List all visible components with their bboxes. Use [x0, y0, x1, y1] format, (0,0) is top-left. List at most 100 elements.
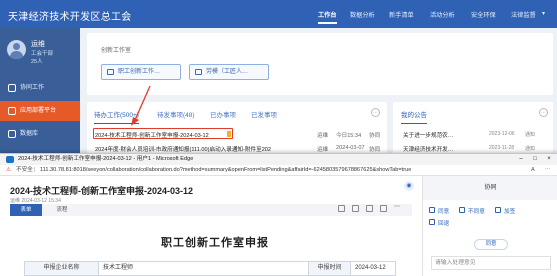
top-bar: 天津经济技术开发区总工会 工作台 数据分析 新手清单 活动分析 安全环保 法律监…: [0, 0, 557, 28]
avatar[interactable]: [7, 40, 26, 59]
edge-icon: [6, 156, 14, 163]
doc-meta: 运维 2024-03-12 15:34: [10, 198, 61, 204]
action-return[interactable]: 回退: [429, 219, 449, 227]
collab-icon: [8, 84, 16, 92]
favorite-icon[interactable]: [366, 205, 373, 212]
row-title: 2024年度-财会人员培训-市政府通知报(111.00)启动入录通知-附件至20…: [95, 147, 272, 153]
nav-data-analysis[interactable]: 数据分析: [350, 10, 375, 19]
row-date: 今日15:34: [336, 133, 362, 139]
edge-title-bar: 2024-技术工程师-创新工作室申报-2024-03-12 - 用户1 - Mi…: [0, 154, 557, 165]
row-date: 2024-03-07: [336, 145, 365, 151]
opinion-input[interactable]: 请输入处理意见: [431, 256, 551, 270]
action-add-sign[interactable]: 加签: [495, 207, 515, 215]
form-title: 职工创新工作室申报: [161, 237, 269, 249]
chip-innovation-studio[interactable]: 职工创新工作…: [101, 64, 181, 80]
app-icon: [8, 107, 16, 115]
action-agree[interactable]: 同意: [429, 207, 449, 215]
more-icon[interactable]: ⋯: [394, 204, 401, 212]
notice-item-title: 天津经济技术开发…: [403, 147, 454, 153]
user-count: 25人: [31, 59, 43, 65]
edge-window-title: 2024-技术工程师-创新工作室申报-2024-03-12 - 用户1 - Mi…: [18, 156, 194, 162]
separator: |: [34, 167, 36, 173]
row-type: 协同: [369, 133, 381, 139]
warning-icon: ⚠: [6, 167, 12, 173]
folder-icon: [107, 69, 114, 75]
sidebar-item-collab[interactable]: 协同工作: [0, 78, 80, 98]
checkbox-icon: [429, 219, 435, 225]
nav-workbench[interactable]: 工作台: [318, 10, 337, 24]
action-label: 回退: [438, 221, 450, 227]
checkbox-icon: [429, 207, 435, 213]
chip-label: 劳模（工匠人…: [206, 69, 249, 75]
highlight-box: [93, 128, 233, 139]
address-bar[interactable]: ⚠ 不安全 | 111.30.78.81:8018/seeyon/collabo…: [0, 165, 557, 176]
tab-done[interactable]: 已办事项: [210, 109, 236, 119]
handle-panel: 协同 同意 不同意 加签 回退 同意 请输入处理意见: [422, 176, 557, 276]
maximize-icon[interactable]: □: [531, 156, 539, 163]
app-title: 天津经济技术开发区总工会: [8, 12, 132, 23]
tab-sent[interactable]: 已发事项: [251, 109, 277, 119]
action-label: 同意: [438, 209, 450, 215]
form-table: 申报企业名称 技术工程师 申报时间 2024-03-12: [24, 261, 396, 276]
field-value[interactable]: 2024-03-12: [351, 262, 397, 275]
list-item[interactable]: 关于进一步规范农… 2023-12-06 通知: [401, 131, 551, 141]
notice-item-date: 2023-11-28: [489, 145, 515, 151]
robot-icon[interactable]: ◉: [404, 181, 414, 191]
tab-pending[interactable]: 待办工作(500+): [94, 109, 139, 124]
user-name: 运维: [31, 41, 45, 48]
nav-legal[interactable]: 法律监督: [511, 10, 536, 19]
submit-agree-button[interactable]: 同意: [474, 239, 508, 250]
notice-title: 我的公告: [401, 109, 427, 124]
document-pane: 2024-技术工程师-创新工作室申报-2024-03-12 运维 2024-03…: [0, 176, 422, 276]
sidebar-item-database[interactable]: 数据库: [0, 124, 80, 144]
database-icon: [8, 130, 16, 138]
edge-window: 2024-技术工程师-创新工作室申报-2024-03-12 - 用户1 - Mi…: [0, 153, 557, 276]
more-icon[interactable]: ⋯: [545, 165, 551, 176]
sidebar-item-label: 协同工作: [20, 85, 45, 91]
notice-item-title: 关于进一步规范农…: [403, 133, 454, 139]
sidebar-item-app-platform[interactable]: 应用部署平台: [0, 101, 80, 121]
nav-novice-list[interactable]: 新手清单: [389, 10, 414, 19]
field-value[interactable]: 技术工程师: [99, 262, 309, 275]
tab-to-send[interactable]: 待发事项(48): [157, 109, 195, 119]
checkbox-icon: [495, 207, 501, 213]
tab-form[interactable]: 表单: [10, 204, 42, 216]
minimize-icon[interactable]: –: [517, 156, 525, 163]
chip-model-worker[interactable]: 劳模（工匠人…: [189, 64, 269, 80]
nav-safety[interactable]: 安全环保: [471, 10, 496, 19]
handle-title: 协同: [423, 176, 557, 200]
action-label: 不同意: [468, 209, 485, 215]
row-type: 协同: [369, 147, 381, 153]
field-label: 申报企业名称: [25, 262, 99, 275]
quick-access-label: 创新工作室: [101, 48, 132, 54]
chip-label: 职工创新工作…: [118, 69, 161, 75]
notice-panel: 我的公告 … 关于进一步规范农… 2023-12-06 通知 天津经济技术开发……: [393, 102, 553, 160]
chevron-down-icon[interactable]: ▾: [542, 10, 545, 17]
more-icon[interactable]: …: [371, 108, 380, 117]
field-label: 申报时间: [309, 262, 351, 275]
share-icon[interactable]: [380, 205, 387, 212]
checkbox-icon: [459, 207, 465, 213]
sidebar-item-label: 数据库: [20, 131, 39, 137]
nav-activity-analysis[interactable]: 活动分析: [430, 10, 455, 19]
url-text[interactable]: 111.30.78.81:8018/seeyon/collaboration/c…: [40, 165, 510, 176]
doc-title: 2024-技术工程师-创新工作室申报-2024-03-12: [10, 186, 194, 196]
user-role: 工会干部: [31, 51, 54, 57]
download-icon[interactable]: [338, 205, 345, 212]
action-label: 加签: [504, 209, 516, 215]
todo-panel: 待办工作(500+) 待发事项(48) 已办事项 已发事项 … 2024-技术工…: [87, 102, 387, 160]
row-user: 运维: [317, 133, 329, 139]
action-disagree[interactable]: 不同意: [459, 207, 485, 215]
sidebar-item-label: 应用部署平台: [20, 108, 57, 114]
folder-icon: [195, 69, 202, 75]
print-icon[interactable]: [352, 205, 359, 212]
close-icon[interactable]: ×: [545, 156, 553, 163]
insecure-label: 不安全: [16, 167, 33, 173]
quick-access-panel: 创新工作室 职工创新工作… 劳模（工匠人…: [87, 33, 553, 95]
more-icon[interactable]: …: [539, 108, 548, 117]
tab-flow[interactable]: 流程: [46, 204, 78, 216]
notice-item-date: 2023-12-06: [489, 131, 515, 137]
read-aloud-icon[interactable]: A: [531, 165, 535, 176]
row-user: 运维: [317, 147, 329, 153]
notice-item-source: 通知: [525, 146, 536, 152]
